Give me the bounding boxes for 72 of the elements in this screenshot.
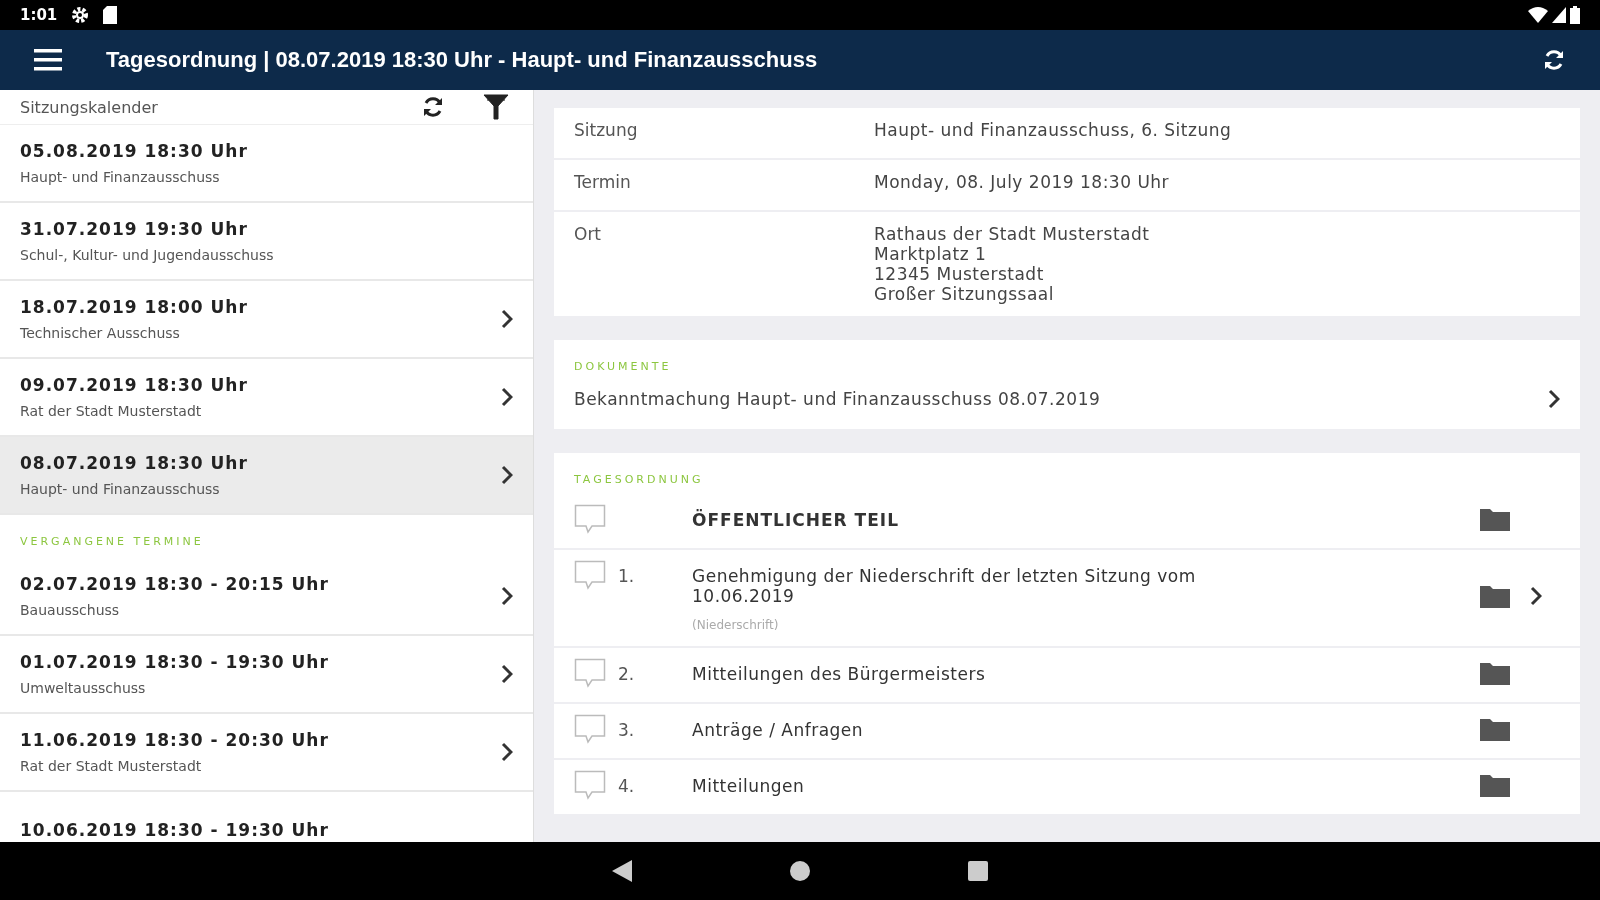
section-header: DOKUMENTE [573,359,673,375]
home-icon [790,861,810,881]
section-header: TAGESORDNUNG [573,472,705,488]
meeting-date: 18.07.2019 18:00 Uhr [20,297,249,317]
folder-icon [1480,507,1510,531]
meeting-list-item[interactable]: 08.07.2019 18:30 Uhr Haupt- und Finanzausschuss [0,437,533,515]
committee-name: Umweltausschuss [20,680,147,696]
agenda-title: Genehmigung der Niederschrift der letzten Sitzung vom 10.06.2019 [692,566,1197,606]
section-header: VERGANGENE TERMINE [19,534,205,550]
recents-icon [968,861,988,881]
panel-title: Sitzungskalender [20,97,158,117]
meeting-date: 10.06.2019 18:30 - 19:30 Uhr [20,820,330,840]
meeting-date: 09.07.2019 18:30 Uhr [20,375,249,395]
comment-icon [574,714,606,744]
refresh-icon [1542,48,1566,72]
agenda-item[interactable]: ÖFFENTLICHER TEIL [554,494,1580,550]
meeting-date: 02.07.2019 18:30 - 20:15 Uhr [20,574,330,594]
meeting-date: 01.07.2019 18:30 - 19:30 Uhr [20,652,330,672]
detail-value: Rathaus der Stadt Musterstadt [874,224,1150,244]
agenda-title: ÖFFENTLICHER TEIL [692,510,900,530]
agenda-title: Mitteilungen [692,776,806,796]
agenda-item[interactable]: 3. Anträge / Anfragen [554,704,1580,760]
meeting-date: 05.08.2019 18:30 Uhr [20,141,249,161]
document-link[interactable]: Bekanntmachung Haupt- und Finanzausschuss 08.07.2019 [554,381,1580,429]
detail-value: Großer Sitzungssaal [874,284,1055,304]
item-number: 1. [618,565,636,586]
comment-icon [574,504,606,534]
meeting-date: 31.07.2019 19:30 Uhr [20,219,249,239]
committee-name: Rat der Stadt Musterstadt [20,403,203,419]
detail-value: Haupt- und Finanzausschuss, 6. Sitzung [874,120,1232,140]
detail-label: Ort [574,224,603,246]
signal-icon [1552,7,1566,23]
detail-value: Monday, 08. July 2019 18:30 Uhr [874,172,1170,192]
agenda-title: Anträge / Anfragen [692,720,865,740]
folder-icon [1480,584,1510,608]
agenda-note: (Niederschrift) [692,618,780,632]
item-number: 3. [618,719,636,740]
agenda-title: Mitteilungen des Bürgermeisters [692,664,987,684]
status-time: 1:01 [20,6,58,24]
item-number: 4. [618,775,636,796]
item-number: 2. [618,663,636,684]
meeting-date: 08.07.2019 18:30 Uhr [20,453,249,473]
refresh-icon [421,95,445,119]
battery-icon [1570,6,1580,24]
detail-label: Sitzung [574,120,639,142]
detail-value: 12345 Musterstadt [874,264,1045,284]
back-icon [612,860,632,882]
detail-label: Termin [574,172,632,194]
settings-icon [71,6,90,24]
menu-icon [34,49,62,71]
comment-icon [574,560,606,590]
comment-icon [574,770,606,800]
meeting-date: 11.06.2019 18:30 - 20:30 Uhr [20,730,330,750]
sd-card-icon [103,6,118,24]
agenda-item[interactable]: 2. Mitteilungen des Bürgermeisters [554,648,1580,704]
committee-name: Rat der Stadt Musterstadt [20,758,203,774]
agenda-item[interactable]: 1. Genehmigung der Niederschrift der letzten Sitzung vom 10.06.2019 (Niederschrift) [554,550,1580,648]
committee-name: Technischer Ausschuss [20,325,181,341]
folder-icon [1480,717,1510,741]
committee-name: Schul-, Kultur- und Jugendausschuss [20,247,275,263]
app-title: Tagesordnung | 08.07.2019 18:30 Uhr - Haupt- und Finanzausschuss [106,47,818,73]
detail-value: Marktplatz 1 [874,244,988,264]
filter-icon [483,94,509,120]
committee-name: Haupt- und Finanzausschuss [20,481,221,497]
committee-name: Haupt- und Finanzausschuss [20,169,221,185]
agenda-item[interactable]: 4. Mitteilungen [554,760,1580,816]
chevron-right-icon [1548,389,1560,409]
comment-icon [574,658,606,688]
wifi-icon [1528,7,1548,23]
committee-name: Bauausschuss [20,602,121,618]
folder-icon [1480,661,1510,685]
folder-icon [1480,773,1510,797]
